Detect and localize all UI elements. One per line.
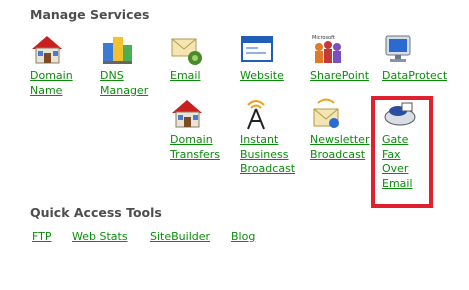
quick-tool-web-stats[interactable]: Web Stats [72, 230, 128, 245]
manage-services-heading: Manage Services [30, 7, 150, 22]
sitebuilder-link[interactable]: SiteBuilder [150, 230, 210, 243]
website-icon [240, 33, 276, 67]
service-sharepoint[interactable]: Microsoft SharePoint [310, 33, 378, 84]
newsletter-icon [310, 97, 346, 131]
quick-tool-ftp[interactable]: FTP [32, 230, 52, 245]
domain-name-icon [30, 33, 66, 67]
svg-text:Microsoft: Microsoft [312, 35, 335, 41]
website-link[interactable]: Website [240, 69, 308, 84]
sharepoint-icon: Microsoft [310, 33, 346, 67]
dataprotect-link[interactable]: DataProtect [382, 69, 462, 84]
service-website[interactable]: Website [240, 33, 308, 84]
instant-business-broadcast-link[interactable]: Instant Business Broadcast [240, 133, 308, 177]
dns-manager-icon [100, 33, 136, 67]
service-newsletter-broadcast[interactable]: Newsletter Broadcast [310, 97, 378, 162]
email-icon [170, 33, 206, 67]
web-stats-link[interactable]: Web Stats [72, 230, 128, 243]
sharepoint-link[interactable]: SharePoint [310, 69, 378, 84]
quick-tool-blog[interactable]: Blog [231, 230, 255, 245]
blog-link[interactable]: Blog [231, 230, 255, 243]
service-domain-name[interactable]: Domain Name [30, 33, 98, 98]
newsletter-broadcast-link[interactable]: Newsletter Broadcast [310, 133, 378, 162]
service-domain-transfers[interactable]: Domain Transfers [170, 97, 238, 162]
highlight-box [371, 96, 433, 208]
email-link[interactable]: Email [170, 69, 238, 84]
domain-transfers-icon [170, 97, 206, 131]
service-dns-manager[interactable]: DNS Manager [100, 33, 168, 98]
service-dataprotect[interactable]: DataProtect [382, 33, 462, 84]
service-instant-business-broadcast[interactable]: Instant Business Broadcast [240, 97, 308, 177]
quick-access-heading: Quick Access Tools [30, 205, 162, 220]
dns-manager-link[interactable]: DNS Manager [100, 69, 168, 98]
broadcast-tower-icon [240, 97, 276, 131]
domain-transfers-link[interactable]: Domain Transfers [170, 133, 238, 162]
service-email[interactable]: Email [170, 33, 238, 84]
domain-name-link[interactable]: Domain Name [30, 69, 98, 98]
ftp-link[interactable]: FTP [32, 230, 52, 243]
quick-tool-sitebuilder[interactable]: SiteBuilder [150, 230, 210, 245]
dataprotect-icon [382, 33, 418, 67]
